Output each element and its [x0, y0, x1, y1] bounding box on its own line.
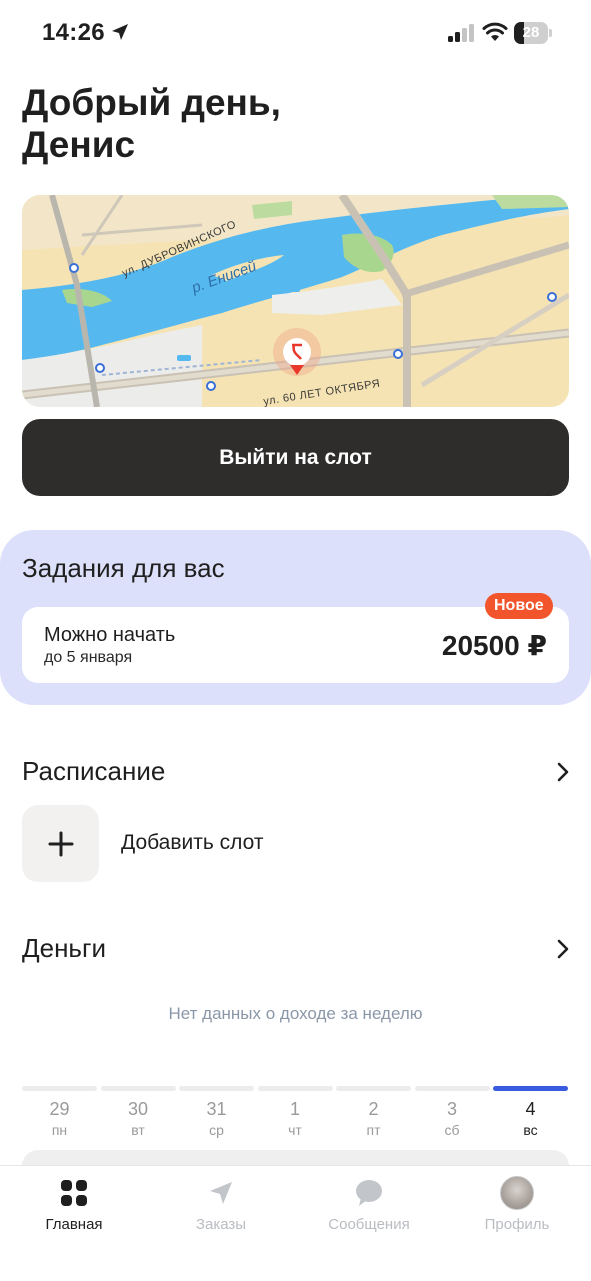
income-empty-text: Нет данных о доходе за неделю — [168, 1004, 423, 1023]
location-arrow-icon — [112, 24, 128, 40]
day-weekday: пт — [366, 1122, 381, 1138]
day-number: 1 — [289, 1099, 300, 1119]
tab-home[interactable]: Главная — [0, 1176, 148, 1233]
greeting-line-1: Добрый день, — [22, 82, 281, 123]
day-bar — [179, 1086, 254, 1091]
status-time: 14:26 — [42, 19, 105, 46]
day-bar — [22, 1086, 97, 1091]
day-number: 3 — [446, 1099, 457, 1119]
day-item[interactable]: 1 чт — [257, 1086, 333, 1138]
tab-label: Сообщения — [328, 1216, 410, 1233]
day-item[interactable]: 4 вс — [493, 1086, 568, 1138]
day-bar — [257, 1086, 333, 1091]
cellular-signal-icon — [448, 24, 474, 42]
day-item[interactable]: 30 вт — [100, 1086, 176, 1138]
battery-level: 28 — [522, 24, 540, 41]
day-item[interactable]: 29 пн — [22, 1086, 97, 1138]
tab-label: Главная — [45, 1216, 103, 1233]
day-bar — [336, 1086, 411, 1091]
day-bar — [493, 1086, 568, 1091]
schedule-title[interactable]: Расписание — [22, 756, 165, 787]
day-weekday: вт — [131, 1122, 145, 1138]
chat-bubble-icon — [356, 1180, 382, 1206]
home-grid-icon — [61, 1180, 87, 1206]
tasks-title: Задания для вас — [22, 553, 225, 583]
status-bar: 14:26 28 — [0, 0, 591, 66]
add-slot-label[interactable]: Добавить слот — [121, 831, 263, 855]
tab-profile[interactable]: Профиль — [443, 1176, 591, 1233]
plus-icon — [48, 831, 73, 856]
day-weekday: ср — [209, 1122, 224, 1138]
day-weekday: сб — [444, 1122, 460, 1138]
day-weekday: вс — [523, 1122, 538, 1138]
greeting: Добрый день, Денис — [22, 82, 281, 166]
day-item[interactable]: 2 пт — [336, 1086, 411, 1138]
wifi-icon — [482, 22, 508, 41]
day-number: 30 — [127, 1099, 149, 1119]
day-item[interactable]: 31 ср — [179, 1086, 254, 1138]
day-item[interactable]: 3 сб — [414, 1086, 490, 1138]
go-to-slot-button[interactable]: Выйти на слот — [22, 419, 569, 496]
day-number: 2 — [368, 1099, 379, 1119]
task-deadline: до 5 января — [44, 649, 133, 666]
tab-messages[interactable]: Сообщения — [295, 1176, 443, 1233]
map[interactable]: ул. ДУБРОВИНСКОГО р. Енисей ул. 60 ЛЕТ О… — [22, 195, 569, 407]
avatar — [500, 1176, 534, 1210]
tab-bar: Главная Заказы Сообщения Профиль — [0, 1165, 591, 1281]
new-badge: Новое — [485, 593, 553, 619]
add-slot-button[interactable] — [22, 805, 99, 882]
money-title[interactable]: Деньги — [22, 933, 106, 964]
greeting-name: Денис — [22, 124, 136, 165]
money-chevron-right-icon[interactable] — [555, 938, 571, 960]
battery-icon: 28 — [514, 22, 552, 44]
task-title: Можно начать — [44, 624, 176, 646]
day-number: 29 — [49, 1099, 70, 1119]
task-card[interactable]: Можно начать до 5 января 20500 ₽ — [22, 607, 569, 683]
navigation-arrow-icon — [210, 1182, 232, 1204]
day-bar — [100, 1086, 176, 1091]
day-number: 31 — [206, 1099, 227, 1119]
task-amount: 20500 ₽ — [441, 630, 547, 661]
day-bar — [414, 1086, 490, 1091]
day-weekday: чт — [288, 1122, 302, 1138]
tab-label: Профиль — [484, 1216, 550, 1233]
day-number: 4 — [525, 1099, 536, 1119]
tab-label: Заказы — [195, 1216, 247, 1233]
day-weekday: пн — [51, 1122, 68, 1138]
tab-orders[interactable]: Заказы — [147, 1176, 295, 1233]
schedule-chevron-right-icon[interactable] — [555, 761, 571, 783]
